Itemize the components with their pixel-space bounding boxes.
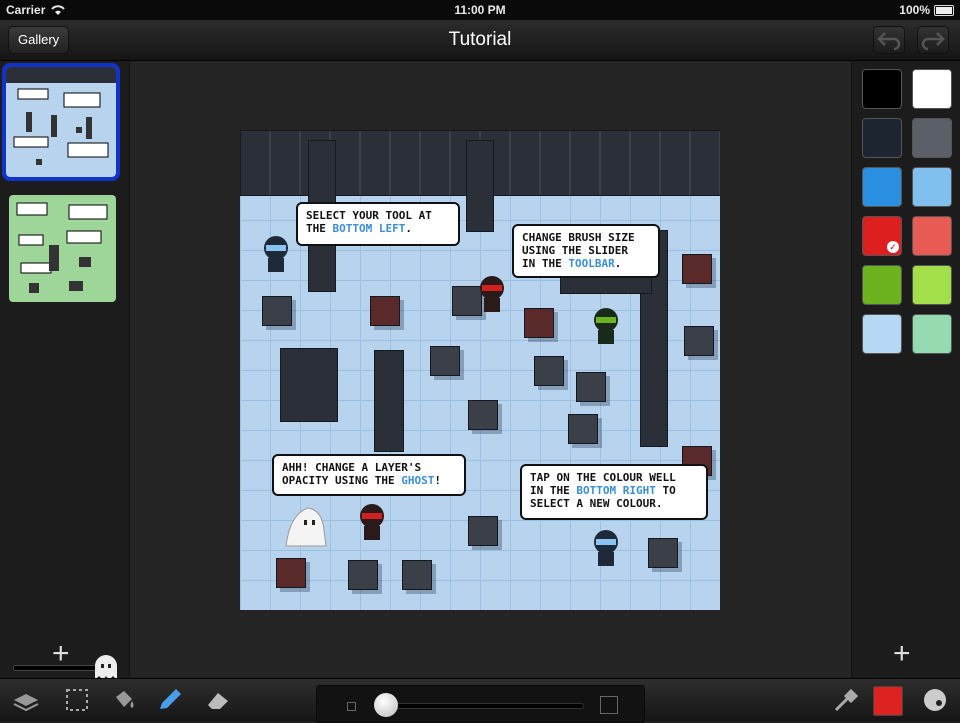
brush-size-slider[interactable]: [382, 703, 584, 709]
small-brush-icon: [347, 702, 356, 711]
color-swatch[interactable]: [912, 216, 952, 256]
undo-icon: [877, 32, 901, 51]
add-layer-button[interactable]: +: [52, 639, 70, 669]
crate: [684, 326, 714, 356]
speech-bubble-1: SELECT YOUR TOOL AT THE BOTTOM LEFT.: [296, 202, 460, 246]
crate: [534, 356, 564, 386]
ninja-character: [594, 308, 618, 344]
selection-icon[interactable]: [63, 687, 91, 713]
layers-icon[interactable]: [12, 687, 40, 713]
color-swatch[interactable]: [912, 265, 952, 305]
clock: 11:00 PM: [454, 3, 506, 17]
color-swatch[interactable]: [862, 167, 902, 207]
crate: [348, 560, 378, 590]
status-bar: Carrier 11:00 PM 100%: [0, 0, 960, 20]
color-swatch[interactable]: [912, 69, 952, 109]
ninja-character: [360, 504, 384, 540]
wall-block: [280, 348, 338, 422]
battery-percent: 100%: [899, 3, 930, 17]
color-swatch[interactable]: [862, 314, 902, 354]
color-swatch[interactable]: [862, 118, 902, 158]
palette-icon[interactable]: [921, 687, 949, 713]
layer-1-preview: [6, 67, 116, 165]
layer-thumbnail-1[interactable]: [2, 63, 120, 181]
navigation-bar: Gallery Tutorial: [0, 20, 960, 61]
crate: [370, 296, 400, 326]
bottom-toolbar: [0, 678, 960, 723]
crate: [576, 372, 606, 402]
eyedropper-icon[interactable]: [832, 687, 860, 713]
fill-bucket-icon[interactable]: [110, 687, 138, 713]
ninja-character: [264, 236, 288, 272]
crate: [524, 308, 554, 338]
undo-button[interactable]: [873, 26, 905, 54]
selected-check-icon: ✓: [887, 241, 899, 253]
color-swatch[interactable]: [912, 167, 952, 207]
color-swatch[interactable]: [862, 265, 902, 305]
add-color-button[interactable]: +: [893, 639, 911, 669]
crate: [648, 538, 678, 568]
crate: [276, 558, 306, 588]
color-well[interactable]: [873, 686, 903, 716]
brush-size-knob[interactable]: [374, 693, 398, 717]
speech-bubble-3: AHH! CHANGE A LAYER'S OPACITY USING THE …: [272, 454, 466, 496]
crate: [262, 296, 292, 326]
color-swatch[interactable]: [912, 118, 952, 158]
brush-size-control: [316, 685, 645, 723]
ninja-character: [480, 276, 504, 312]
speech-bubble-2: CHANGE BRUSH SIZE USING THE SLIDER IN TH…: [512, 224, 660, 278]
wall-column: [466, 140, 494, 232]
ghost-sprite: [285, 507, 327, 547]
crate: [430, 346, 460, 376]
color-swatch[interactable]: [912, 314, 952, 354]
speech-bubble-4: TAP ON THE COLOUR WELL IN THE BOTTOM RIG…: [520, 464, 708, 520]
battery-icon: [934, 5, 954, 16]
page-title: Tutorial: [448, 29, 512, 50]
color-swatch[interactable]: ✓: [862, 216, 902, 256]
wall-block: [374, 350, 404, 452]
layer-2-preview: [16, 202, 108, 293]
layers-panel: +: [0, 61, 130, 680]
redo-icon: [921, 32, 945, 51]
crate: [402, 560, 432, 590]
pencil-icon[interactable]: [156, 687, 184, 713]
layer-thumbnail-2[interactable]: [9, 195, 116, 302]
ninja-character: [594, 530, 618, 566]
crate: [568, 414, 598, 444]
crate: [468, 400, 498, 430]
eraser-icon[interactable]: [204, 687, 232, 713]
large-brush-icon: [600, 696, 618, 714]
redo-button[interactable]: [917, 26, 949, 54]
drawing-canvas[interactable]: SELECT YOUR TOOL AT THE BOTTOM LEFT. CHA…: [240, 130, 720, 610]
crate: [468, 516, 498, 546]
crate: [682, 254, 712, 284]
color-swatch[interactable]: [862, 69, 902, 109]
palette-panel: ✓ +: [851, 61, 960, 678]
